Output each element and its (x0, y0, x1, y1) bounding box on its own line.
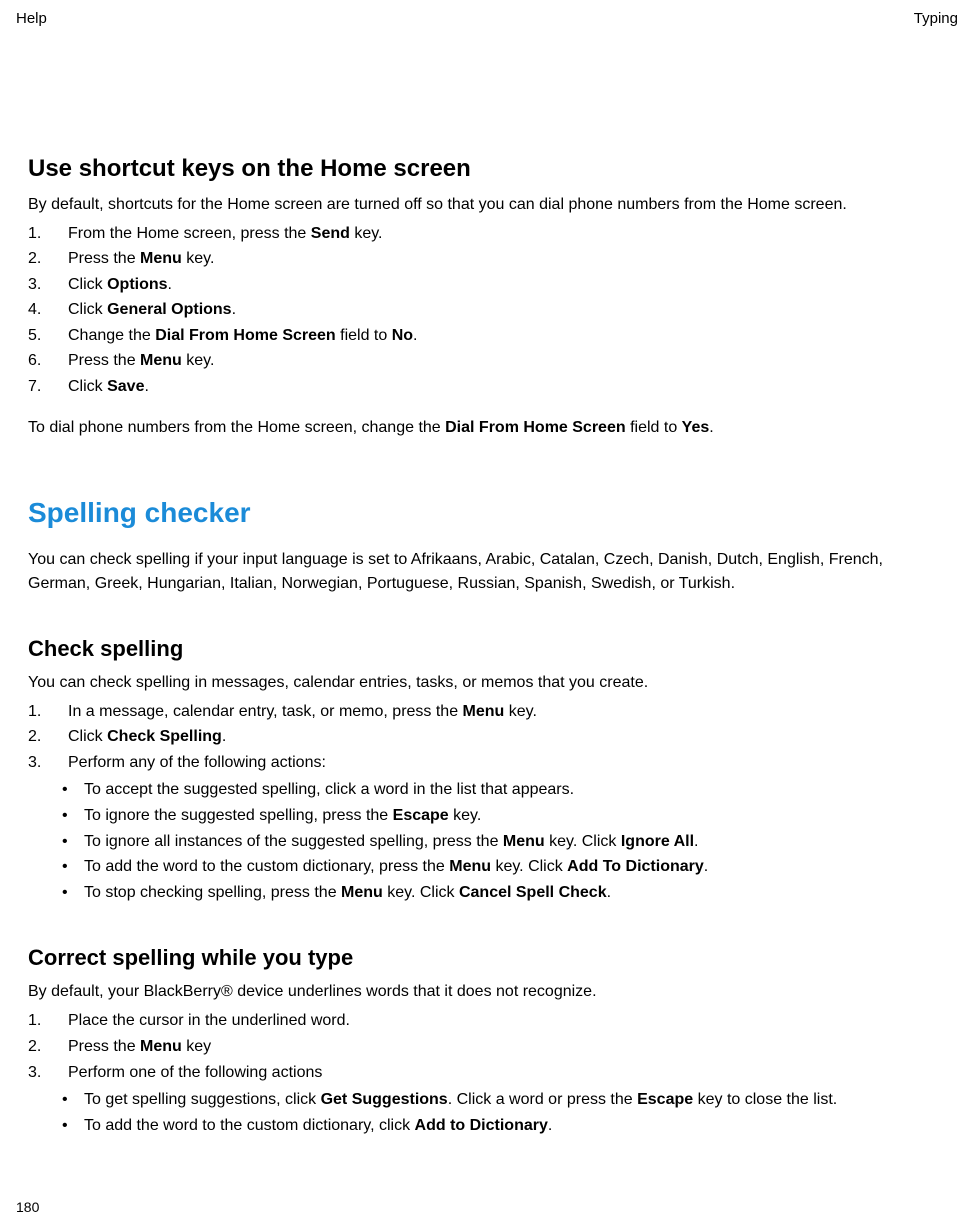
steps-list: In a message, calendar entry, task, or m… (28, 699, 946, 776)
step-item: Click Check Spelling. (28, 724, 946, 750)
section-title-correct-spelling: Correct spelling while you type (28, 941, 946, 974)
section-intro: You can check spelling in messages, cale… (28, 671, 946, 695)
page-number: 180 (16, 1197, 39, 1218)
section-title-spelling-checker: Spelling checker (28, 492, 946, 534)
bullet-list: To get spelling suggestions, click Get S… (28, 1087, 946, 1138)
section-note: To dial phone numbers from the Home scre… (28, 416, 946, 440)
bullet-item: To get spelling suggestions, click Get S… (28, 1087, 946, 1113)
bullet-item: To ignore all instances of the suggested… (28, 829, 946, 855)
step-item: Click Save. (28, 374, 946, 400)
step-item: Click Options. (28, 272, 946, 298)
step-item: From the Home screen, press the Send key… (28, 221, 946, 247)
bullet-item: To stop checking spelling, press the Men… (28, 880, 946, 906)
steps-list: From the Home screen, press the Send key… (28, 221, 946, 400)
step-item: Press the Menu key. (28, 348, 946, 374)
section-title-shortcut-keys: Use shortcut keys on the Home screen (28, 151, 946, 187)
bullet-item: To ignore the suggested spelling, press … (28, 803, 946, 829)
section-intro: You can check spelling if your input lan… (28, 548, 946, 596)
bullet-list: To accept the suggested spelling, click … (28, 777, 946, 905)
steps-list: Place the cursor in the underlined word.… (28, 1008, 946, 1085)
step-item: Perform one of the following actions (28, 1060, 946, 1086)
step-item: Change the Dial From Home Screen field t… (28, 323, 946, 349)
header-left: Help (16, 8, 47, 31)
section-intro: By default, your BlackBerry® device unde… (28, 980, 946, 1004)
step-item: Press the Menu key. (28, 246, 946, 272)
step-item: Place the cursor in the underlined word. (28, 1008, 946, 1034)
step-item: Click General Options. (28, 297, 946, 323)
bullet-item: To add the word to the custom dictionary… (28, 854, 946, 880)
step-item: Press the Menu key (28, 1034, 946, 1060)
section-intro: By default, shortcuts for the Home scree… (28, 193, 946, 217)
bullet-item: To add the word to the custom dictionary… (28, 1113, 946, 1139)
page-content: Use shortcut keys on the Home screen By … (16, 151, 958, 1139)
bullet-item: To accept the suggested spelling, click … (28, 777, 946, 803)
page-header: Help Typing (16, 8, 958, 31)
section-title-check-spelling: Check spelling (28, 632, 946, 665)
step-item: Perform any of the following actions: (28, 750, 946, 776)
step-item: In a message, calendar entry, task, or m… (28, 699, 946, 725)
header-right: Typing (914, 8, 958, 31)
